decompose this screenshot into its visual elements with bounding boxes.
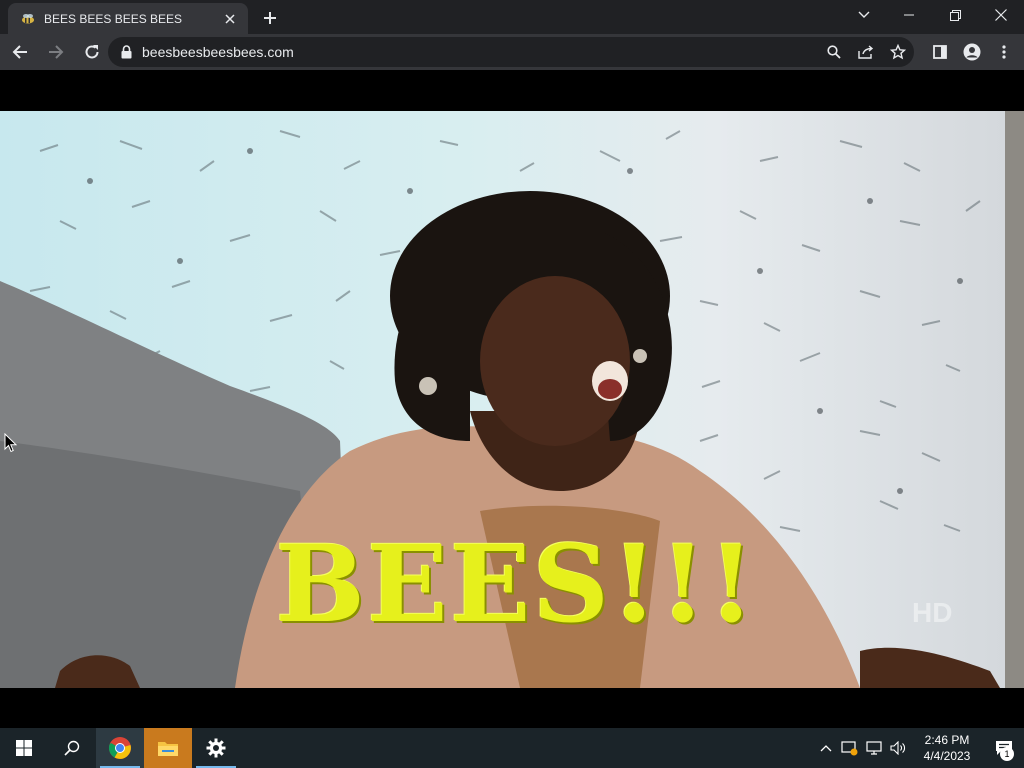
taskbar-chrome[interactable] xyxy=(96,728,144,768)
browser-tab[interactable]: BEES BEES BEES BEES xyxy=(8,3,248,34)
tab-search-button[interactable] xyxy=(850,3,878,27)
bookmark-star-icon[interactable] xyxy=(882,37,914,67)
search-icon xyxy=(64,740,80,756)
close-window-button[interactable] xyxy=(978,0,1024,30)
bee-favicon-icon xyxy=(20,11,36,27)
restore-icon xyxy=(949,9,961,21)
restore-button[interactable] xyxy=(932,0,978,30)
toolbar-right xyxy=(924,36,1020,68)
browser-titlebar: BEES BEES BEES BEES xyxy=(0,0,1024,34)
show-hidden-icons-chevron-up-icon[interactable] xyxy=(814,728,838,768)
page-content: BEES!!! HD xyxy=(0,70,1024,726)
profile-avatar-icon xyxy=(963,43,981,61)
action-center-button[interactable]: 1 xyxy=(984,728,1024,768)
tab-close-icon[interactable] xyxy=(220,9,240,29)
taskbar-file-explorer[interactable] xyxy=(144,728,192,768)
lock-icon[interactable] xyxy=(118,44,134,60)
side-panel-button[interactable] xyxy=(924,36,956,68)
zoom-search-icon[interactable] xyxy=(818,37,850,67)
address-bar[interactable]: beesbeesbeesbees.com xyxy=(108,37,914,67)
volume-icon[interactable] xyxy=(886,728,910,768)
chrome-icon xyxy=(108,737,131,759)
search-button[interactable] xyxy=(48,728,96,768)
menu-button[interactable] xyxy=(988,36,1020,68)
minimize-icon xyxy=(904,14,914,16)
arrow-right-icon xyxy=(49,45,64,59)
system-clock[interactable]: 2:46 PM 4/4/2023 xyxy=(910,732,984,764)
plus-icon xyxy=(264,12,276,24)
reload-button[interactable] xyxy=(76,36,108,68)
chevron-down-icon xyxy=(858,11,870,18)
back-button[interactable] xyxy=(4,36,36,68)
clock-date: 4/4/2023 xyxy=(923,749,971,763)
hd-watermark: HD xyxy=(912,597,953,628)
bees-caption: BEES!!! xyxy=(275,521,757,646)
browser-toolbar: beesbeesbeesbees.com xyxy=(0,34,1024,70)
kebab-menu-icon xyxy=(1002,45,1006,59)
url-text[interactable]: beesbeesbeesbees.com xyxy=(142,44,818,60)
network-icon[interactable] xyxy=(862,728,886,768)
window-controls xyxy=(886,0,1024,34)
minimize-button[interactable] xyxy=(886,0,932,30)
notification-count-badge: 1 xyxy=(1000,747,1014,761)
gear-icon xyxy=(206,738,226,758)
update-status-icon[interactable] xyxy=(838,728,862,768)
forward-button[interactable] xyxy=(40,36,72,68)
close-icon xyxy=(995,9,1007,21)
folder-icon xyxy=(158,742,178,756)
taskbar-settings[interactable] xyxy=(192,728,240,768)
new-tab-button[interactable] xyxy=(258,6,282,30)
arrow-left-icon xyxy=(12,45,27,59)
windows-logo-icon xyxy=(16,740,32,756)
profile-button[interactable] xyxy=(956,36,988,68)
mouse-cursor-icon xyxy=(4,433,18,453)
bees-gif-image: BEES!!! HD xyxy=(0,111,1024,688)
reload-icon xyxy=(85,45,99,59)
share-icon[interactable] xyxy=(850,37,882,67)
side-panel-icon xyxy=(933,45,947,59)
windows-taskbar: 2:46 PM 4/4/2023 1 xyxy=(0,728,1024,768)
system-tray: 2:46 PM 4/4/2023 1 xyxy=(814,728,1024,768)
start-button[interactable] xyxy=(0,728,48,768)
clock-time: 2:46 PM xyxy=(924,733,970,747)
tab-title: BEES BEES BEES BEES xyxy=(44,11,183,26)
